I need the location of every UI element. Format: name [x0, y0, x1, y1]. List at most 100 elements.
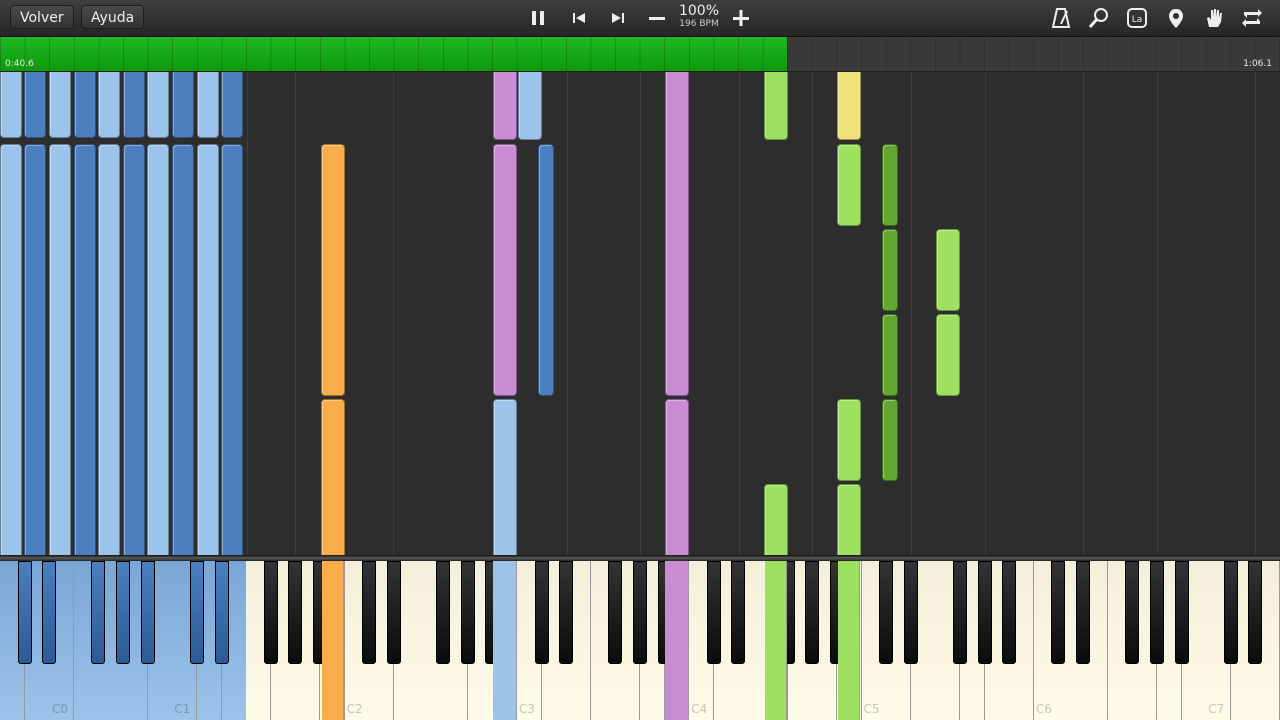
skip-back-icon[interactable] — [567, 6, 591, 30]
magnifier-icon[interactable] — [1087, 6, 1111, 30]
roll-guide-line — [1157, 72, 1158, 555]
black-key[interactable] — [952, 561, 967, 664]
falling-note — [837, 484, 861, 555]
plus-icon[interactable] — [729, 6, 753, 30]
roll-guide-line — [1255, 72, 1256, 555]
falling-note — [882, 144, 898, 226]
falling-note — [493, 144, 517, 396]
zoom-readout: 100% 196 BPM — [672, 3, 726, 30]
black-key[interactable] — [436, 561, 451, 664]
octave-label: C5 — [863, 702, 880, 716]
pressed-key[interactable] — [665, 561, 689, 720]
falling-note — [197, 72, 219, 138]
progress-ticks — [0, 37, 1280, 71]
note-roll — [0, 72, 1280, 555]
location-pin-icon[interactable] — [1164, 6, 1188, 30]
black-key[interactable] — [386, 561, 401, 664]
black-key[interactable] — [1125, 561, 1140, 664]
progress-bar[interactable]: 0:40.6 1:06.1 — [0, 37, 1280, 72]
octave-label: C1 — [174, 702, 191, 716]
minus-icon[interactable] — [645, 6, 669, 30]
falling-note — [98, 72, 120, 138]
piano-keyboard: C0 C1 C2 C3 C4 C5 C6 C7 — [0, 561, 1280, 720]
toolbar: Volver Ayuda 100% 196 BPM La — [0, 0, 1280, 37]
falling-note — [172, 144, 194, 555]
roll-guide-line — [295, 72, 296, 555]
black-key[interactable] — [1076, 561, 1091, 664]
falling-note — [882, 314, 898, 396]
tempo-bpm: 196 BPM — [679, 19, 719, 29]
skip-forward-icon[interactable] — [606, 6, 630, 30]
black-key[interactable] — [608, 561, 623, 664]
black-key[interactable] — [534, 561, 549, 664]
falling-note — [147, 144, 169, 555]
black-key[interactable] — [632, 561, 647, 664]
falling-note — [147, 72, 169, 138]
falling-note — [24, 72, 46, 138]
black-key[interactable] — [91, 561, 106, 664]
falling-note — [837, 399, 861, 481]
roll-guide-line — [911, 72, 912, 555]
falling-note — [665, 72, 689, 396]
note-label-icon[interactable]: La — [1125, 6, 1149, 30]
pressed-key[interactable] — [322, 561, 344, 720]
octave-label: C0 — [52, 702, 69, 716]
falling-note — [882, 399, 898, 481]
falling-note — [837, 144, 861, 226]
black-key[interactable] — [1174, 561, 1189, 664]
black-key[interactable] — [263, 561, 278, 664]
falling-note — [24, 144, 46, 555]
falling-note — [197, 144, 219, 555]
falling-note — [493, 72, 517, 140]
black-key[interactable] — [903, 561, 918, 664]
octave-label: C3 — [518, 702, 535, 716]
black-key[interactable] — [1002, 561, 1017, 664]
help-button[interactable]: Ayuda — [81, 5, 145, 29]
loop-icon[interactable] — [1240, 6, 1264, 30]
roll-guide-line — [812, 72, 813, 555]
octave-label: C6 — [1035, 702, 1052, 716]
falling-note — [74, 72, 96, 138]
black-key[interactable] — [42, 561, 57, 664]
roll-guide-line — [739, 72, 740, 555]
black-key[interactable] — [1051, 561, 1066, 664]
falling-note — [172, 72, 194, 138]
black-key[interactable] — [879, 561, 894, 664]
black-key[interactable] — [706, 561, 721, 664]
note-label-icon-text: La — [1132, 15, 1143, 25]
pressed-key[interactable] — [765, 561, 787, 720]
black-key[interactable] — [1223, 561, 1238, 664]
metronome-icon[interactable] — [1049, 6, 1073, 30]
black-key[interactable] — [362, 561, 377, 664]
falling-note — [123, 72, 145, 138]
falling-note — [221, 72, 243, 138]
zoom-level: 100% — [678, 3, 720, 19]
falling-note — [0, 144, 22, 555]
black-key[interactable] — [17, 561, 32, 664]
falling-note — [538, 144, 554, 396]
hand-icon[interactable] — [1202, 6, 1226, 30]
black-key[interactable] — [288, 561, 303, 664]
falling-note — [49, 144, 71, 555]
black-key[interactable] — [805, 561, 820, 664]
octave-label: C7 — [1208, 702, 1225, 716]
black-key[interactable] — [1149, 561, 1164, 664]
black-key[interactable] — [116, 561, 131, 664]
black-key[interactable] — [559, 561, 574, 664]
black-key[interactable] — [977, 561, 992, 664]
black-key[interactable] — [140, 561, 155, 664]
black-key[interactable] — [214, 561, 229, 664]
roll-guide-line — [393, 72, 394, 555]
black-key[interactable] — [460, 561, 475, 664]
black-key[interactable] — [1248, 561, 1263, 664]
roll-guide-line — [985, 72, 986, 555]
pause-icon[interactable] — [526, 6, 550, 30]
pressed-key[interactable] — [838, 561, 860, 720]
black-key[interactable] — [731, 561, 746, 664]
falling-note — [882, 229, 898, 311]
back-button[interactable]: Volver — [10, 5, 74, 29]
falling-note — [49, 72, 71, 138]
falling-note — [221, 144, 243, 555]
pressed-key[interactable] — [493, 561, 517, 720]
black-key[interactable] — [189, 561, 204, 664]
